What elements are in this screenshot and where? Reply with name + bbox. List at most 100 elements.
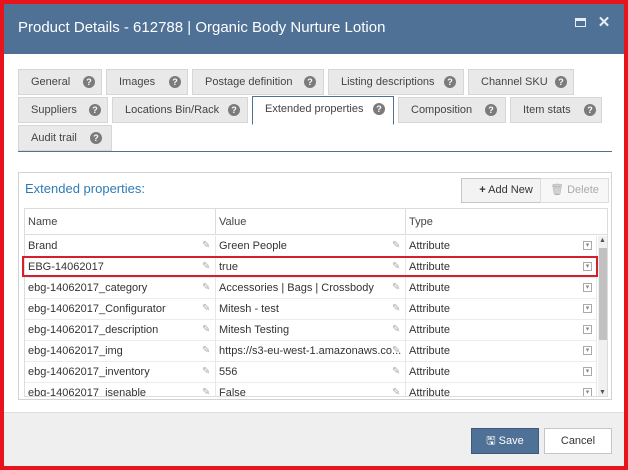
tab-label: Postage definition xyxy=(205,76,293,88)
delete-button[interactable]: 🗑 Delete xyxy=(540,178,609,203)
value-cell[interactable]: Mitesh Testing xyxy=(216,320,406,341)
column-header-value[interactable]: Value xyxy=(216,209,406,235)
tab-label: Listing descriptions xyxy=(341,76,435,88)
name-cell[interactable]: ebg-14062017_inventory xyxy=(25,362,216,383)
name-cell[interactable]: Brand xyxy=(25,236,216,257)
help-icon: ? xyxy=(555,76,567,88)
name-cell[interactable]: ebg-14062017_img xyxy=(25,341,216,362)
delete-label: Delete xyxy=(567,184,599,196)
edit-icon[interactable]: ✎ xyxy=(392,241,402,251)
edit-icon[interactable]: ✎ xyxy=(392,388,402,397)
tab-label: Images xyxy=(119,76,156,88)
help-icon: ? xyxy=(90,132,102,144)
tab-label: Extended properties xyxy=(265,103,364,115)
value-cell[interactable]: Accessories | Bags | Crossbody xyxy=(216,278,406,299)
help-icon: ? xyxy=(169,76,181,88)
tab-label: Item stats xyxy=(523,104,571,116)
table-row[interactable]: ebg-14062017_Configurator Mitesh - test At… xyxy=(25,299,597,320)
tab-label: Locations Bin/Rack xyxy=(125,104,220,116)
type-cell[interactable]: Attribute xyxy=(406,362,597,383)
edit-icon[interactable]: ✎ xyxy=(202,325,212,335)
name-cell[interactable]: ebg-14062017_category xyxy=(25,278,216,299)
value-cell[interactable]: Mitesh - test xyxy=(216,299,406,320)
type-cell[interactable]: Attribute xyxy=(406,383,597,396)
title-bar: Product Details - 612788 | Organic Body … xyxy=(4,4,624,54)
trash-icon: 🗑 xyxy=(550,184,565,196)
tab-listing-descriptions[interactable]: Listing descriptions ? xyxy=(328,69,464,95)
dropdown-icon[interactable]: ▾ xyxy=(583,367,592,376)
tab-locations-bin-rack[interactable]: Locations Bin/Rack ? xyxy=(112,97,248,123)
dropdown-icon[interactable]: ▾ xyxy=(583,388,592,396)
table-row[interactable]: Brand Green People Attribute ✎ ✎ ▾ xyxy=(25,236,597,257)
edit-icon[interactable]: ✎ xyxy=(202,283,212,293)
name-cell[interactable]: ebg-14062017_description xyxy=(25,320,216,341)
edit-icon[interactable]: ✎ xyxy=(392,325,402,335)
grid-header: Name Value Type xyxy=(25,209,607,235)
help-icon: ? xyxy=(228,104,240,116)
type-cell[interactable]: Attribute xyxy=(406,299,597,320)
value-cell[interactable]: 556 xyxy=(216,362,406,383)
cancel-button[interactable]: Cancel xyxy=(544,428,612,454)
value-cell[interactable]: Green People xyxy=(216,236,406,257)
save-button[interactable]: 🖫 Save xyxy=(471,428,539,454)
plus-icon: + xyxy=(479,184,486,196)
close-icon[interactable]: ✕ xyxy=(596,15,612,31)
dropdown-icon[interactable]: ▾ xyxy=(583,283,592,292)
maximize-icon[interactable] xyxy=(573,15,589,31)
help-icon: ? xyxy=(485,104,497,116)
type-cell[interactable]: Attribute xyxy=(406,341,597,362)
table-row[interactable]: ebg-14062017_category Accessories | Bags … xyxy=(25,278,597,299)
highlighted-row-outline xyxy=(22,256,598,277)
tab-postage-definition[interactable]: Postage definition ? xyxy=(192,69,324,95)
edit-icon[interactable]: ✎ xyxy=(202,367,212,377)
edit-icon[interactable]: ✎ xyxy=(202,241,212,251)
column-header-name[interactable]: Name xyxy=(25,209,216,235)
dropdown-icon[interactable]: ▾ xyxy=(583,241,592,250)
extended-properties-panel: Extended properties: + Add New 🗑 Delete … xyxy=(18,172,612,400)
name-cell[interactable]: ebg-14062017_isenable xyxy=(25,383,216,396)
edit-icon[interactable]: ✎ xyxy=(392,283,402,293)
edit-icon[interactable]: ✎ xyxy=(392,346,402,356)
tab-channel-sku[interactable]: Channel SKU ? xyxy=(468,69,574,95)
tab-images[interactable]: Images ? xyxy=(106,69,188,95)
tab-audit-trail[interactable]: Audit trail ? xyxy=(18,125,112,151)
tab-label: Suppliers xyxy=(31,104,77,116)
dialog-title: Product Details - 612788 | Organic Body … xyxy=(18,19,386,36)
tab-item-stats[interactable]: Item stats ? xyxy=(510,97,602,123)
tab-composition[interactable]: Composition ? xyxy=(398,97,506,123)
table-row[interactable]: ebg-14062017_img https://s3-eu-west-1.ama… xyxy=(25,341,597,362)
tab-label: Composition xyxy=(411,104,473,116)
add-new-button[interactable]: + Add New xyxy=(461,178,551,203)
help-icon: ? xyxy=(584,104,596,116)
dropdown-icon[interactable]: ▾ xyxy=(583,346,592,355)
column-header-type[interactable]: Type xyxy=(406,209,597,235)
help-icon: ? xyxy=(373,103,385,115)
table-row[interactable]: ebg-14062017_isenable False Attribute ✎ ✎ ▾ xyxy=(25,383,597,397)
edit-icon[interactable]: ✎ xyxy=(392,367,402,377)
type-cell[interactable]: Attribute xyxy=(406,320,597,341)
table-row[interactable]: ebg-14062017_inventory 556 Attribute ✎ ✎ ▾ xyxy=(25,362,597,383)
edit-icon[interactable]: ✎ xyxy=(202,304,212,314)
vertical-scrollbar[interactable]: ▲ ▼ xyxy=(598,236,607,396)
edit-icon[interactable]: ✎ xyxy=(202,346,212,356)
type-cell[interactable]: Attribute xyxy=(406,278,597,299)
type-cell[interactable]: Attribute xyxy=(406,236,597,257)
scroll-down-icon[interactable]: ▼ xyxy=(599,389,606,396)
value-cell[interactable]: False xyxy=(216,383,406,396)
dropdown-icon[interactable]: ▾ xyxy=(583,325,592,334)
tab-general[interactable]: General ? xyxy=(18,69,102,95)
edit-icon[interactable]: ✎ xyxy=(202,388,212,397)
tab-extended-properties[interactable]: Extended properties ? xyxy=(252,96,394,125)
save-label: Save xyxy=(498,435,524,447)
help-icon: ? xyxy=(83,76,95,88)
dropdown-icon[interactable]: ▾ xyxy=(583,304,592,313)
edit-icon[interactable]: ✎ xyxy=(392,304,402,314)
save-icon: 🖫 xyxy=(486,435,496,447)
tab-suppliers[interactable]: Suppliers ? xyxy=(18,97,108,123)
name-cell[interactable]: ebg-14062017_Configurator xyxy=(25,299,216,320)
scrollbar-thumb[interactable] xyxy=(599,248,607,340)
help-icon: ? xyxy=(304,76,316,88)
value-cell[interactable]: https://s3-eu-west-1.amazonaws.co... xyxy=(216,341,406,362)
table-row[interactable]: ebg-14062017_description Mitesh Testing At… xyxy=(25,320,597,341)
scroll-up-icon[interactable]: ▲ xyxy=(599,237,606,244)
